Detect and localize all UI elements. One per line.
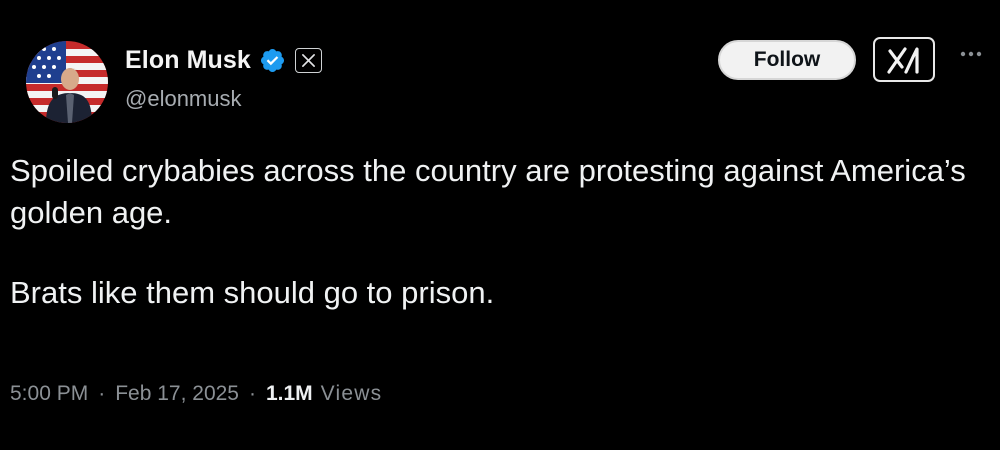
tweet-paragraph: Brats like them should go to prison.: [10, 275, 495, 310]
author-name-row: Elon Musk: [125, 44, 322, 76]
tweet-date[interactable]: Feb 17, 2025: [115, 382, 239, 406]
author-handle[interactable]: @elonmusk: [125, 86, 242, 112]
tweet-paragraph: Spoiled crybabies across the country are…: [10, 153, 966, 230]
views-label: Views: [320, 382, 383, 405]
x-logo-icon: [294, 47, 322, 73]
tweet-meta: 5:00 PM · Feb 17, 2025 · 1.1M Views: [10, 382, 382, 406]
author-display-name[interactable]: Elon Musk: [125, 46, 251, 75]
avatar-image: [26, 41, 108, 123]
meta-separator: ·: [98, 382, 106, 405]
tweet-time[interactable]: 5:00 PM: [10, 382, 88, 406]
grok-icon[interactable]: [873, 37, 935, 82]
views-count: 1.1M: [265, 382, 313, 405]
follow-button[interactable]: Follow: [718, 40, 856, 80]
meta-separator: ·: [248, 382, 256, 405]
tweet-card: Elon Musk @elonmusk Follow Spoiled cryba…: [0, 0, 1000, 450]
author-avatar[interactable]: [26, 41, 108, 123]
verified-badge-icon: [260, 48, 284, 72]
tweet-text: Spoiled crybabies across the country are…: [10, 150, 970, 314]
more-options-icon[interactable]: [958, 44, 984, 64]
